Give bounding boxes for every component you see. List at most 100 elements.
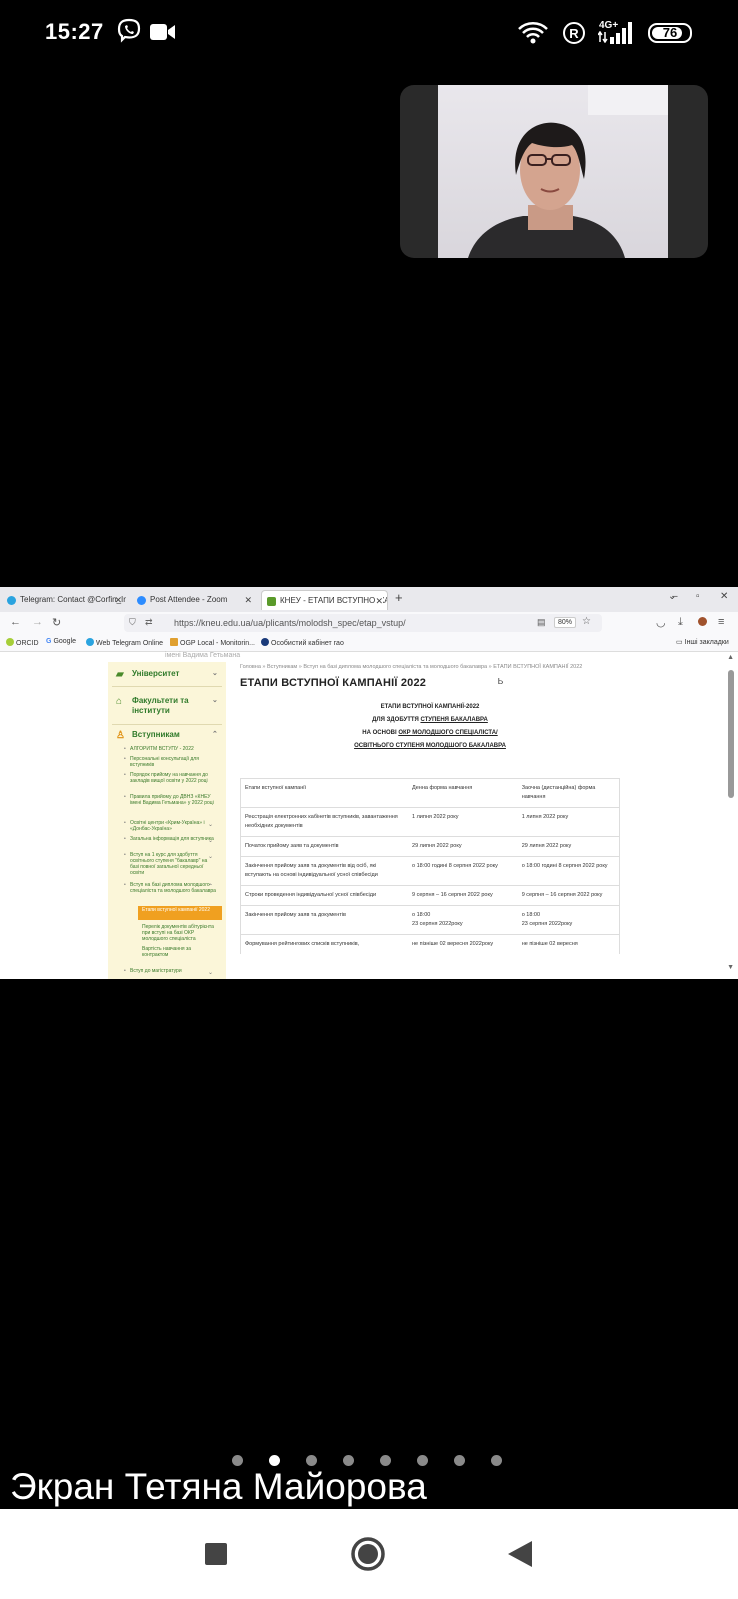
sidebar-item[interactable]: Загальна інформація для вступника: [124, 836, 216, 842]
table-cell: 9 серпня – 16 серпня 2022 року: [408, 885, 518, 906]
table-cell: 1 липня 2022 року: [408, 807, 518, 837]
scroll-down-icon[interactable]: ▼: [727, 964, 734, 971]
junior-specialist-link[interactable]: ОКР МОЛОДШОГО СПЕЦІАЛІСТА/: [398, 730, 497, 736]
table-header-row: Етапи вступної кампанії Денна форма навча…: [240, 778, 620, 808]
chevron-down-icon: ⌄: [212, 697, 218, 704]
share-caption: Экран Тетяна Майорова: [10, 1466, 427, 1507]
mouse-cursor-icon: Ꮟ: [498, 677, 504, 686]
video-camera-icon: [150, 23, 176, 46]
tab-zoom[interactable]: Post Attendee - Zoom ✕: [132, 590, 256, 610]
page-dot[interactable]: [417, 1455, 428, 1466]
chevron-down-icon: ⌄: [208, 838, 214, 844]
telegram-icon: [7, 596, 16, 605]
sidebar-item[interactable]: Вступ на 1 курс для здобуття освітнього …: [124, 852, 216, 876]
page-dot[interactable]: [343, 1455, 354, 1466]
university-icon: ▰: [116, 669, 124, 680]
recents-button[interactable]: [205, 1543, 227, 1570]
forward-arrow-icon[interactable]: →: [32, 616, 43, 628]
bookmark-orcid[interactable]: ORCID: [6, 638, 39, 647]
chevron-down-icon: ⌄: [212, 670, 218, 677]
bookmark-web-telegram[interactable]: Web Telegram Online: [86, 638, 163, 647]
tab-telegram[interactable]: Telegram: Contact @Corfin_Inf ✕: [2, 590, 126, 610]
bookmark-cabinet[interactable]: Особистий кабінет гао: [261, 638, 344, 647]
close-icon[interactable]: ✕: [375, 591, 383, 610]
signal-icon: [610, 22, 636, 49]
page-dot[interactable]: [491, 1455, 502, 1466]
stages-table: Етапи вступної кампанії Денна форма навча…: [240, 778, 620, 954]
address-bar[interactable]: ⛉ ⇄ https://kneu.edu.ua/ua/plicants/molo…: [124, 614, 602, 632]
globe-icon: [261, 638, 269, 646]
menu-icon[interactable]: ≡: [718, 616, 724, 628]
table-cell: о 18:00 23 серпня 2022року: [408, 905, 518, 935]
table-cell: Заочна (дистанційна) форма навчання: [517, 778, 620, 808]
avatar[interactable]: [698, 617, 707, 629]
breadcrumb[interactable]: Головна » Вступникам » Вступ на базі дип…: [240, 664, 620, 670]
table-row: Реєстрація електронних кабінетів вступни…: [240, 807, 620, 837]
page-dot[interactable]: [232, 1455, 243, 1466]
page-dot[interactable]: [306, 1455, 317, 1466]
chevron-down-icon: ⌄: [208, 822, 214, 828]
sidebar-item-active[interactable]: Етапи вступної кампанії 2022: [138, 906, 222, 920]
page-dot[interactable]: [380, 1455, 391, 1466]
close-window-button[interactable]: ✕: [720, 591, 728, 602]
table-cell: Денна форма навчання: [408, 778, 518, 808]
table-cell: 29 липня 2022 року: [408, 836, 518, 857]
navigation-toolbar: ← → ↻ ⛉ ⇄ https://kneu.edu.ua/ua/plicant…: [0, 612, 738, 634]
scroll-up-icon[interactable]: ▲: [727, 654, 734, 661]
google-icon: G: [46, 638, 52, 645]
sidebar-subitem[interactable]: Вартість навчання за контрактом: [142, 946, 216, 958]
kneu-icon: [267, 597, 276, 606]
zoom-level[interactable]: 80%: [554, 617, 577, 628]
sidebar-item[interactable]: Вступ до магістратури: [124, 968, 216, 974]
chevron-up-icon: ⌃: [212, 731, 218, 738]
table-cell: Формування рейтингових списків вступникі…: [240, 934, 409, 954]
intro-line-3: НА ОСНОВІ ОКР МОЛОДШОГО СПЕЦІАЛІСТА/: [362, 730, 498, 736]
reload-icon[interactable]: ↻: [52, 616, 61, 629]
table-cell: Початок прийому заяв та документів: [240, 836, 409, 857]
sidebar-item[interactable]: АЛГОРИТМ ВСТУПУ - 2022: [124, 746, 216, 752]
participant-video-tile[interactable]: [400, 85, 708, 258]
page-dot[interactable]: [454, 1455, 465, 1466]
table-cell: о 18:00 23 серпня 2022року: [517, 905, 620, 935]
scrollbar[interactable]: [728, 670, 734, 798]
close-icon[interactable]: ✕: [244, 590, 252, 610]
sidebar-subitem[interactable]: Перелік документів абітурієнта при вступ…: [142, 924, 216, 942]
reader-view-icon[interactable]: ▤: [537, 617, 546, 628]
graduation-icon: ♙: [116, 730, 125, 741]
bookmark-ogp[interactable]: OGP Local - Monitorin...: [170, 638, 255, 647]
pocket-icon[interactable]: ◡: [656, 616, 666, 629]
sidebar-item[interactable]: Порядок прийому на навчання до закладів …: [124, 772, 216, 784]
bookmark-star-icon[interactable]: ☆: [582, 616, 591, 627]
table-cell: не пізніше 02 вересня 2022року: [408, 934, 518, 954]
table-cell: 9 серпня – 16 серпня 2022 року: [517, 885, 620, 906]
lock-icon: ⇄: [145, 617, 153, 627]
minimize-button[interactable]: –: [672, 591, 678, 602]
sidebar-item[interactable]: Персональні консультації для вступників: [124, 756, 216, 768]
page-title: ЕТАПИ ВСТУПНОЇ КАМПАНІЇ 2022: [240, 677, 427, 689]
building-icon: ⌂: [116, 696, 123, 707]
sidebar-item[interactable]: Вступ на базі диплома молодшого спеціалі…: [124, 882, 216, 894]
close-icon[interactable]: ✕: [114, 590, 122, 610]
table-row: Формування рейтингових списків вступникі…: [240, 934, 620, 954]
back-arrow-icon[interactable]: ←: [10, 616, 21, 628]
new-tab-button[interactable]: +: [395, 590, 403, 605]
sidebar-item[interactable]: Освітні центри «Крим-Україна» і «Донбас-…: [124, 820, 216, 832]
clock: 15:27: [45, 19, 104, 44]
web-page: імені Вадима Гетьмана ▲ ▼ ▰ Університет …: [0, 652, 738, 979]
registered-icon: R: [562, 21, 586, 50]
bachelor-link[interactable]: СТУПЕНЯ БАКАЛАВРА: [420, 717, 487, 723]
shield-icon: ⛉: [129, 617, 136, 627]
page-dot[interactable]: [269, 1455, 280, 1466]
download-icon[interactable]: ⤓: [678, 616, 683, 629]
other-bookmarks[interactable]: ▭ Інші закладки: [676, 638, 729, 646]
tab-kneu[interactable]: КНЕУ - ЕТАПИ ВСТУПНОЇ КАМ ✕: [261, 590, 388, 610]
zoom-icon: [137, 596, 146, 605]
table-cell: Строки проведення індивідуальної усної с…: [240, 885, 409, 906]
bookmark-google[interactable]: G Google: [46, 638, 76, 645]
sidebar-item[interactable]: Правила прийому до ДВНЗ «КНЕУ імені Вади…: [124, 794, 216, 806]
table-cell: Закінчення прийому заяв та документів: [240, 905, 409, 935]
table-cell: о 18:00 годині 8 серпня 2022 року: [408, 856, 518, 886]
back-button[interactable]: [508, 1541, 532, 1572]
maximize-button[interactable]: ▫: [696, 591, 700, 602]
home-button[interactable]: [350, 1536, 386, 1577]
